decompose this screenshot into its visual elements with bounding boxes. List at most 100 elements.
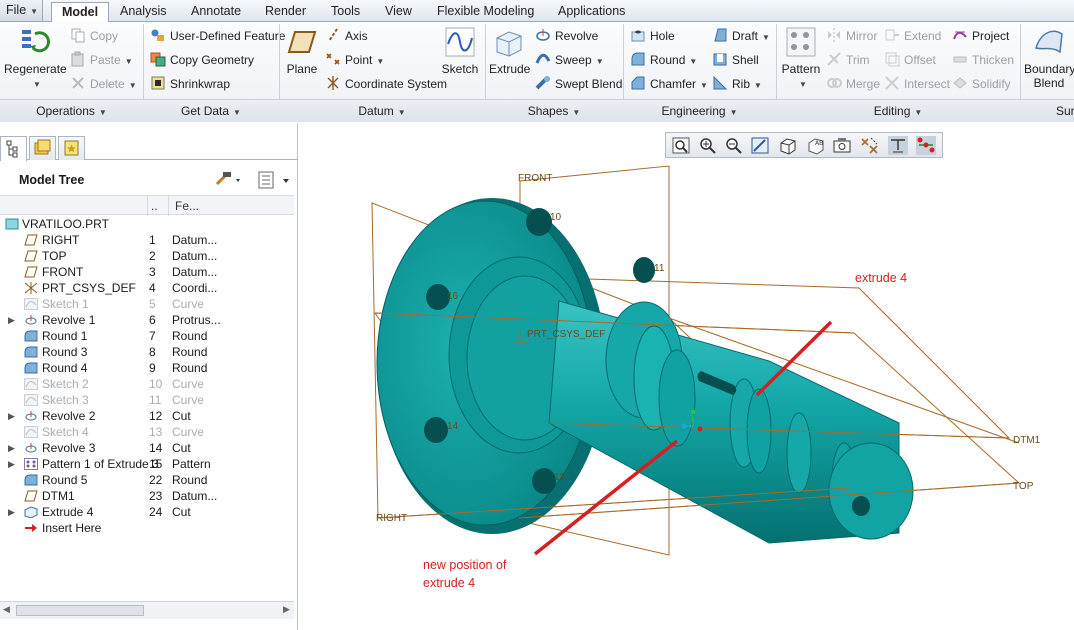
group-engineering[interactable]: Engineering ▼ bbox=[623, 104, 776, 118]
tree-item-sketch-3[interactable]: Sketch 3 11 Curve bbox=[0, 392, 294, 408]
draft-button[interactable]: Draft ▼ bbox=[712, 26, 770, 46]
copy-geometry-button[interactable]: Copy Geometry bbox=[150, 50, 254, 70]
tree-item-type: Round bbox=[172, 473, 208, 487]
bolt-hole[interactable] bbox=[526, 208, 552, 236]
bolt-hole[interactable] bbox=[633, 257, 655, 283]
scroll-right-icon[interactable]: ▶ bbox=[283, 604, 290, 615]
expand-arrow-icon[interactable]: ▶ bbox=[8, 312, 15, 328]
bolt-hole[interactable] bbox=[424, 417, 448, 443]
column-feature[interactable]: Fe... bbox=[175, 199, 199, 213]
tree-item-dtm1[interactable]: DTM1 23 Datum... bbox=[0, 488, 294, 504]
tab-file[interactable]: File ▼ bbox=[0, 0, 43, 21]
tab-folder-browser[interactable] bbox=[29, 136, 56, 160]
model-viewport[interactable] bbox=[299, 123, 1074, 630]
tree-item-revolve-3[interactable]: ▶ Revolve 3 14 Cut bbox=[0, 440, 294, 456]
tree-item-sketch-2[interactable]: Sketch 2 10 Curve bbox=[0, 376, 294, 392]
user-defined-feature-button[interactable]: User-Defined Feature bbox=[150, 26, 285, 46]
datum-label-right: RIGHT bbox=[376, 513, 408, 524]
tree-item-round-4[interactable]: Round 4 9 Round bbox=[0, 360, 294, 376]
extrude-button[interactable]: Extrude bbox=[489, 26, 530, 76]
copy-button[interactable]: Copy bbox=[70, 26, 118, 46]
group-editing[interactable]: Editing ▼ bbox=[776, 104, 1020, 118]
tree-root[interactable]: VRATILOO.PRT bbox=[0, 216, 294, 232]
tree-item-insert-here[interactable]: Insert Here bbox=[0, 520, 294, 536]
expand-arrow-icon[interactable]: ▶ bbox=[8, 440, 15, 456]
regenerate-button[interactable]: Regenerate ▼ bbox=[4, 26, 67, 90]
tree-item-sketch-4[interactable]: Sketch 4 13 Curve bbox=[0, 424, 294, 440]
shrinkwrap-button[interactable]: Shrinkwrap bbox=[150, 74, 230, 94]
center-hole[interactable] bbox=[852, 496, 870, 516]
tree-item-right[interactable]: RIGHT 1 Datum... bbox=[0, 232, 294, 248]
tab-favorites[interactable] bbox=[58, 136, 85, 160]
sketch-button[interactable]: Sketch bbox=[440, 26, 480, 76]
group-datum[interactable]: Datum ▼ bbox=[279, 104, 485, 118]
sweep-button[interactable]: Sweep ▼ bbox=[535, 50, 604, 70]
chevron-down-icon: ▼ bbox=[33, 80, 41, 89]
tree-item-csys[interactable]: PRT_CSYS_DEF 4 Coordi... bbox=[0, 280, 294, 296]
navigator-tabs bbox=[0, 134, 298, 161]
tree-item-top[interactable]: TOP 2 Datum... bbox=[0, 248, 294, 264]
expand-arrow-icon[interactable]: ▶ bbox=[8, 504, 15, 520]
scroll-thumb[interactable] bbox=[16, 605, 144, 616]
show-menu-button[interactable] bbox=[256, 170, 296, 193]
axis-button[interactable]: Axis bbox=[325, 26, 368, 46]
delete-button[interactable]: Delete ▼ bbox=[70, 74, 137, 94]
plane-button[interactable]: Plane bbox=[283, 26, 321, 76]
tab-render[interactable]: Render bbox=[255, 2, 316, 22]
expand-arrow-icon[interactable]: ▶ bbox=[8, 456, 15, 472]
tree-item-round-5[interactable]: Round 5 22 Round bbox=[0, 472, 294, 488]
trim-button[interactable]: Trim bbox=[826, 50, 870, 70]
tree-item-type: Curve bbox=[172, 425, 205, 439]
intersect-button[interactable]: Intersect bbox=[884, 74, 950, 94]
tab-annotate[interactable]: Annotate bbox=[181, 2, 251, 22]
tree-settings-button[interactable] bbox=[214, 170, 244, 193]
swept-blend-button[interactable]: Swept Blend bbox=[535, 74, 622, 94]
pattern-button[interactable]: Pattern ▼ bbox=[781, 26, 821, 90]
group-shapes[interactable]: Shapes ▼ bbox=[485, 104, 623, 118]
revolve-button[interactable]: Revolve bbox=[535, 26, 598, 46]
horizontal-scrollbar[interactable]: ◀ ▶ bbox=[0, 601, 294, 619]
udf-icon bbox=[150, 27, 166, 43]
group-operations[interactable]: Operations ▼ bbox=[0, 104, 143, 118]
coordinate-system-button[interactable]: Coordinate System bbox=[325, 74, 447, 94]
tree-item-sketch-1[interactable]: Sketch 1 5 Curve bbox=[0, 296, 294, 312]
tree-item-pattern-1[interactable]: ▶ Pattern 1 of Extrude 3 15 Pattern bbox=[0, 456, 294, 472]
tree-item-extrude-4[interactable]: ▶ Extrude 4 24 Cut bbox=[0, 504, 294, 520]
graphics-window[interactable]: AB FRONT RIGHT TOP DTM1 PRT_CSYS_DEF 10 … bbox=[299, 123, 1074, 630]
paste-button[interactable]: Paste ▼ bbox=[70, 50, 133, 70]
solidify-button[interactable]: Solidify bbox=[952, 74, 1011, 94]
tab-flexible-modeling[interactable]: Flexible Modeling bbox=[427, 2, 544, 22]
point-button[interactable]: Point ▼ bbox=[325, 50, 384, 70]
tab-tools[interactable]: Tools bbox=[321, 2, 370, 22]
model-tree-column-header: .. Fe... bbox=[0, 195, 294, 216]
bolt-hole[interactable] bbox=[532, 468, 556, 494]
tree-item-revolve-1[interactable]: ▶ Revolve 1 6 Protrus... bbox=[0, 312, 294, 328]
group-get-data[interactable]: Get Data ▼ bbox=[143, 104, 279, 118]
tree-item-front[interactable]: FRONT 3 Datum... bbox=[0, 264, 294, 280]
tree-item-round-1[interactable]: Round 1 7 Round bbox=[0, 328, 294, 344]
column-dots[interactable]: .. bbox=[151, 199, 158, 213]
tab-view[interactable]: View bbox=[375, 2, 422, 22]
boundary-blend-button[interactable]: Boundary Blend bbox=[1024, 26, 1074, 90]
tree-item-round-3[interactable]: Round 3 8 Round bbox=[0, 344, 294, 360]
tab-model-tree[interactable] bbox=[0, 136, 27, 161]
round-button[interactable]: Round ▼ bbox=[630, 50, 697, 70]
tree-item-revolve-2[interactable]: ▶ Revolve 2 12 Cut bbox=[0, 408, 294, 424]
tab-analysis[interactable]: Analysis bbox=[110, 2, 177, 22]
offset-button[interactable]: Offset bbox=[884, 50, 936, 70]
mirror-button[interactable]: Mirror bbox=[826, 26, 877, 46]
project-button[interactable]: Project bbox=[952, 26, 1009, 46]
rib-button[interactable]: Rib ▼ bbox=[712, 74, 762, 94]
column-divider bbox=[168, 196, 169, 216]
hole-button[interactable]: Hole bbox=[630, 26, 675, 46]
chamfer-button[interactable]: Chamfer ▼ bbox=[630, 74, 708, 94]
scroll-left-icon[interactable]: ◀ bbox=[3, 604, 10, 615]
expand-arrow-icon[interactable]: ▶ bbox=[8, 408, 15, 424]
extend-button[interactable]: Extend bbox=[884, 26, 941, 46]
tab-model[interactable]: Model bbox=[51, 2, 110, 23]
merge-button[interactable]: Merge bbox=[826, 74, 880, 94]
group-surfaces[interactable]: Surf bbox=[1056, 104, 1074, 118]
tab-applications[interactable]: Applications bbox=[548, 2, 635, 22]
shell-button[interactable]: Shell bbox=[712, 50, 759, 70]
thicken-button[interactable]: Thicken bbox=[952, 50, 1014, 70]
